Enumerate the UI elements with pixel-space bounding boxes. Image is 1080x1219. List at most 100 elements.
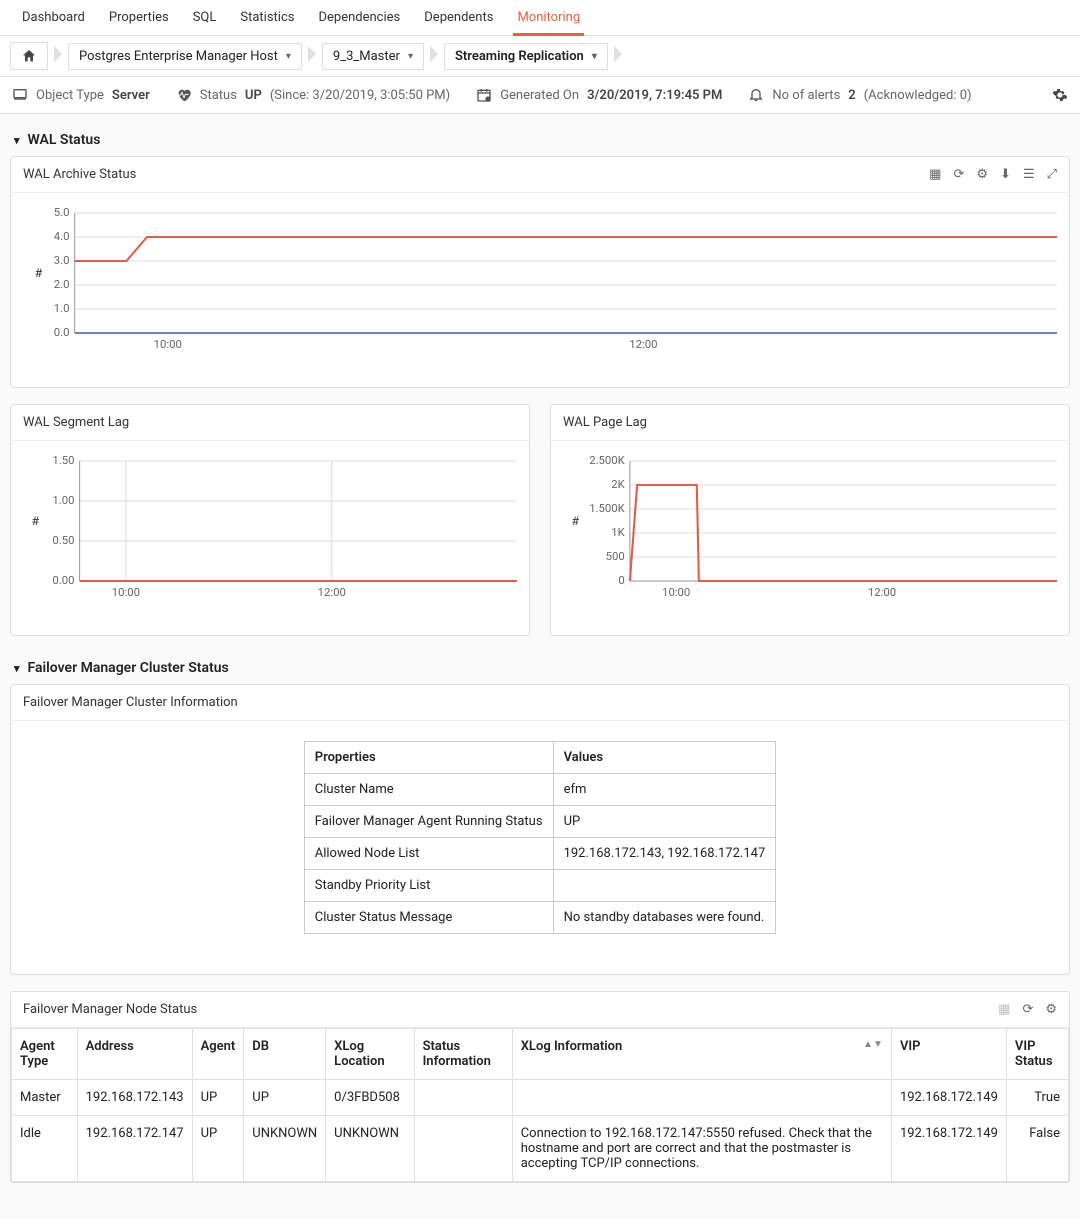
main-tabs: Dashboard Properties SQL Statistics Depe… xyxy=(0,0,1080,36)
refresh-icon[interactable]: ⟳ xyxy=(953,167,964,182)
svg-text:0.0: 0.0 xyxy=(54,326,70,339)
svg-text:#: # xyxy=(35,266,43,280)
svg-text:10:00: 10:00 xyxy=(662,586,690,599)
col-properties: Properties xyxy=(304,742,553,774)
breadcrumb-server[interactable]: 9_3_Master ▾ xyxy=(322,43,424,70)
collapse-icon[interactable]: ▾ xyxy=(14,662,20,675)
expand-icon[interactable]: ⤢ xyxy=(1047,167,1057,182)
ack: (Acknowledged: 0) xyxy=(864,88,972,103)
chevron-down-icon: ▾ xyxy=(286,51,291,62)
svg-text:10:00: 10:00 xyxy=(112,586,140,599)
panel-title: WAL Archive Status xyxy=(23,167,136,182)
breadcrumb-separator xyxy=(612,46,624,66)
svg-text:12:00: 12:00 xyxy=(868,586,896,599)
col-address[interactable]: Address xyxy=(77,1029,192,1080)
chevron-down-icon: ▾ xyxy=(408,51,413,62)
svg-text:10:00: 10:00 xyxy=(154,338,182,351)
table-header-row: Agent Type Address Agent DB XLog Locatio… xyxy=(12,1029,1069,1080)
failover-info-table: Properties Values Cluster Nameefm Failov… xyxy=(304,741,777,934)
gear-icon[interactable]: ⚙ xyxy=(976,167,988,182)
table-row: Idle 192.168.172.147 UP UNKNOWN UNKNOWN … xyxy=(12,1116,1069,1182)
tab-monitoring[interactable]: Monitoring xyxy=(505,0,592,35)
svg-text:1.50: 1.50 xyxy=(52,454,74,467)
label: Generated On xyxy=(500,88,579,103)
table-row: Standby Priority List xyxy=(304,870,776,902)
object-type: Object Type Server xyxy=(12,87,150,103)
breadcrumb-label: Postgres Enterprise Manager Host xyxy=(79,49,278,64)
svg-text:500: 500 xyxy=(606,550,625,563)
tab-dependents[interactable]: Dependents xyxy=(412,0,505,35)
breadcrumb-page[interactable]: Streaming Replication ▾ xyxy=(444,43,608,70)
value: Server xyxy=(112,88,150,103)
table-row: Cluster Status MessageNo standby databas… xyxy=(304,902,776,934)
panel-tools: ▦ ⟳ ⚙ xyxy=(998,1002,1057,1017)
collapse-icon[interactable]: ▾ xyxy=(14,134,20,147)
gear-icon[interactable] xyxy=(1052,87,1068,103)
label: No of alerts xyxy=(772,88,840,103)
table-row: Master 192.168.172.143 UP UP 0/3FBD508 1… xyxy=(12,1080,1069,1116)
svg-text:0.00: 0.00 xyxy=(52,574,74,587)
value: 3/20/2019, 7:19:45 PM xyxy=(587,88,722,103)
tab-properties[interactable]: Properties xyxy=(97,0,181,35)
status: Status UP (Since: 3/20/2019, 3:05:50 PM) xyxy=(176,87,450,103)
tab-sql[interactable]: SQL xyxy=(181,0,229,35)
failover-node-table: Agent Type Address Agent DB XLog Locatio… xyxy=(11,1028,1069,1182)
refresh-icon[interactable]: ⟳ xyxy=(1022,1002,1033,1017)
table-icon[interactable]: ▦ xyxy=(929,167,941,182)
table-row: Cluster Nameefm xyxy=(304,774,776,806)
col-xlog-info[interactable]: XLog Information▲▼ xyxy=(512,1029,891,1080)
panel-failover-info: Failover Manager Cluster Information Pro… xyxy=(10,684,1070,975)
breadcrumb-separator xyxy=(428,46,440,66)
panel-wal-page: WAL Page Lag 0 500 1K 1.500K 2K 2.500K 1… xyxy=(550,404,1070,636)
col-agent-type[interactable]: Agent Type xyxy=(12,1029,78,1080)
breadcrumb-label: 9_3_Master xyxy=(333,49,400,64)
breadcrumb-host[interactable]: Postgres Enterprise Manager Host ▾ xyxy=(68,43,302,70)
svg-text:0: 0 xyxy=(618,574,624,587)
home-icon xyxy=(21,48,37,64)
label: Object Type xyxy=(36,88,104,103)
bell-icon xyxy=(748,87,764,103)
breadcrumb-bar: Postgres Enterprise Manager Host ▾ 9_3_M… xyxy=(0,36,1080,77)
generated-on: Generated On 3/20/2019, 7:19:45 PM xyxy=(476,87,722,103)
col-vip-status[interactable]: VIP Status xyxy=(1006,1029,1068,1080)
svg-text:2.500K: 2.500K xyxy=(589,454,625,467)
panel-title: Failover Manager Cluster Information xyxy=(23,695,238,710)
home-button[interactable] xyxy=(10,42,48,70)
col-xlog-location[interactable]: XLog Location xyxy=(326,1029,414,1080)
col-db[interactable]: DB xyxy=(244,1029,326,1080)
section-wal-status: ▾ WAL Status xyxy=(10,124,1070,156)
tab-dashboard[interactable]: Dashboard xyxy=(10,0,97,35)
svg-text:1.0: 1.0 xyxy=(54,302,70,315)
table-header-row: Properties Values xyxy=(304,742,776,774)
svg-text:#: # xyxy=(572,514,580,528)
breadcrumb-separator xyxy=(52,46,64,66)
tab-dependencies[interactable]: Dependencies xyxy=(306,0,412,35)
panel-title: WAL Segment Lag xyxy=(23,415,129,430)
panel-title: Failover Manager Node Status xyxy=(23,1002,197,1017)
col-status-info[interactable]: Status Information xyxy=(414,1029,512,1080)
svg-text:1K: 1K xyxy=(611,526,624,539)
gear-icon[interactable]: ⚙ xyxy=(1045,1002,1057,1017)
table-row: Failover Manager Agent Running StatusUP xyxy=(304,806,776,838)
svg-text:3.0: 3.0 xyxy=(54,254,70,267)
since: (Since: 3/20/2019, 3:05:50 PM) xyxy=(270,88,450,103)
sort-icon: ▲▼ xyxy=(863,1039,883,1050)
section-failover-status: ▾ Failover Manager Cluster Status xyxy=(10,652,1070,684)
table-icon[interactable]: ▦ xyxy=(998,1002,1010,1017)
value: 2 xyxy=(848,88,855,103)
table-row: Allowed Node List192.168.172.143, 192.16… xyxy=(304,838,776,870)
content-area: ▾ WAL Status WAL Archive Status ▦ ⟳ ⚙ ⬇ … xyxy=(0,114,1080,1219)
svg-text:12:00: 12:00 xyxy=(318,586,346,599)
panel-tools: ▦ ⟳ ⚙ ⬇ ☰ ⤢ xyxy=(929,167,1057,182)
tab-statistics[interactable]: Statistics xyxy=(228,0,306,35)
col-agent[interactable]: Agent xyxy=(192,1029,244,1080)
col-vip[interactable]: VIP xyxy=(891,1029,1006,1080)
value: UP xyxy=(245,88,262,103)
panel-wal-archive: WAL Archive Status ▦ ⟳ ⚙ ⬇ ☰ ⤢ 0.0 1.0 2… xyxy=(10,156,1070,388)
svg-text:2.0: 2.0 xyxy=(54,278,70,291)
download-icon[interactable]: ⬇ xyxy=(1000,167,1011,182)
list-icon[interactable]: ☰ xyxy=(1023,167,1035,182)
calendar-icon xyxy=(476,87,492,103)
chart-wal-archive: 0.0 1.0 2.0 3.0 4.0 5.0 10:00 12:00 # xyxy=(23,203,1057,353)
svg-text:5.0: 5.0 xyxy=(54,206,70,219)
